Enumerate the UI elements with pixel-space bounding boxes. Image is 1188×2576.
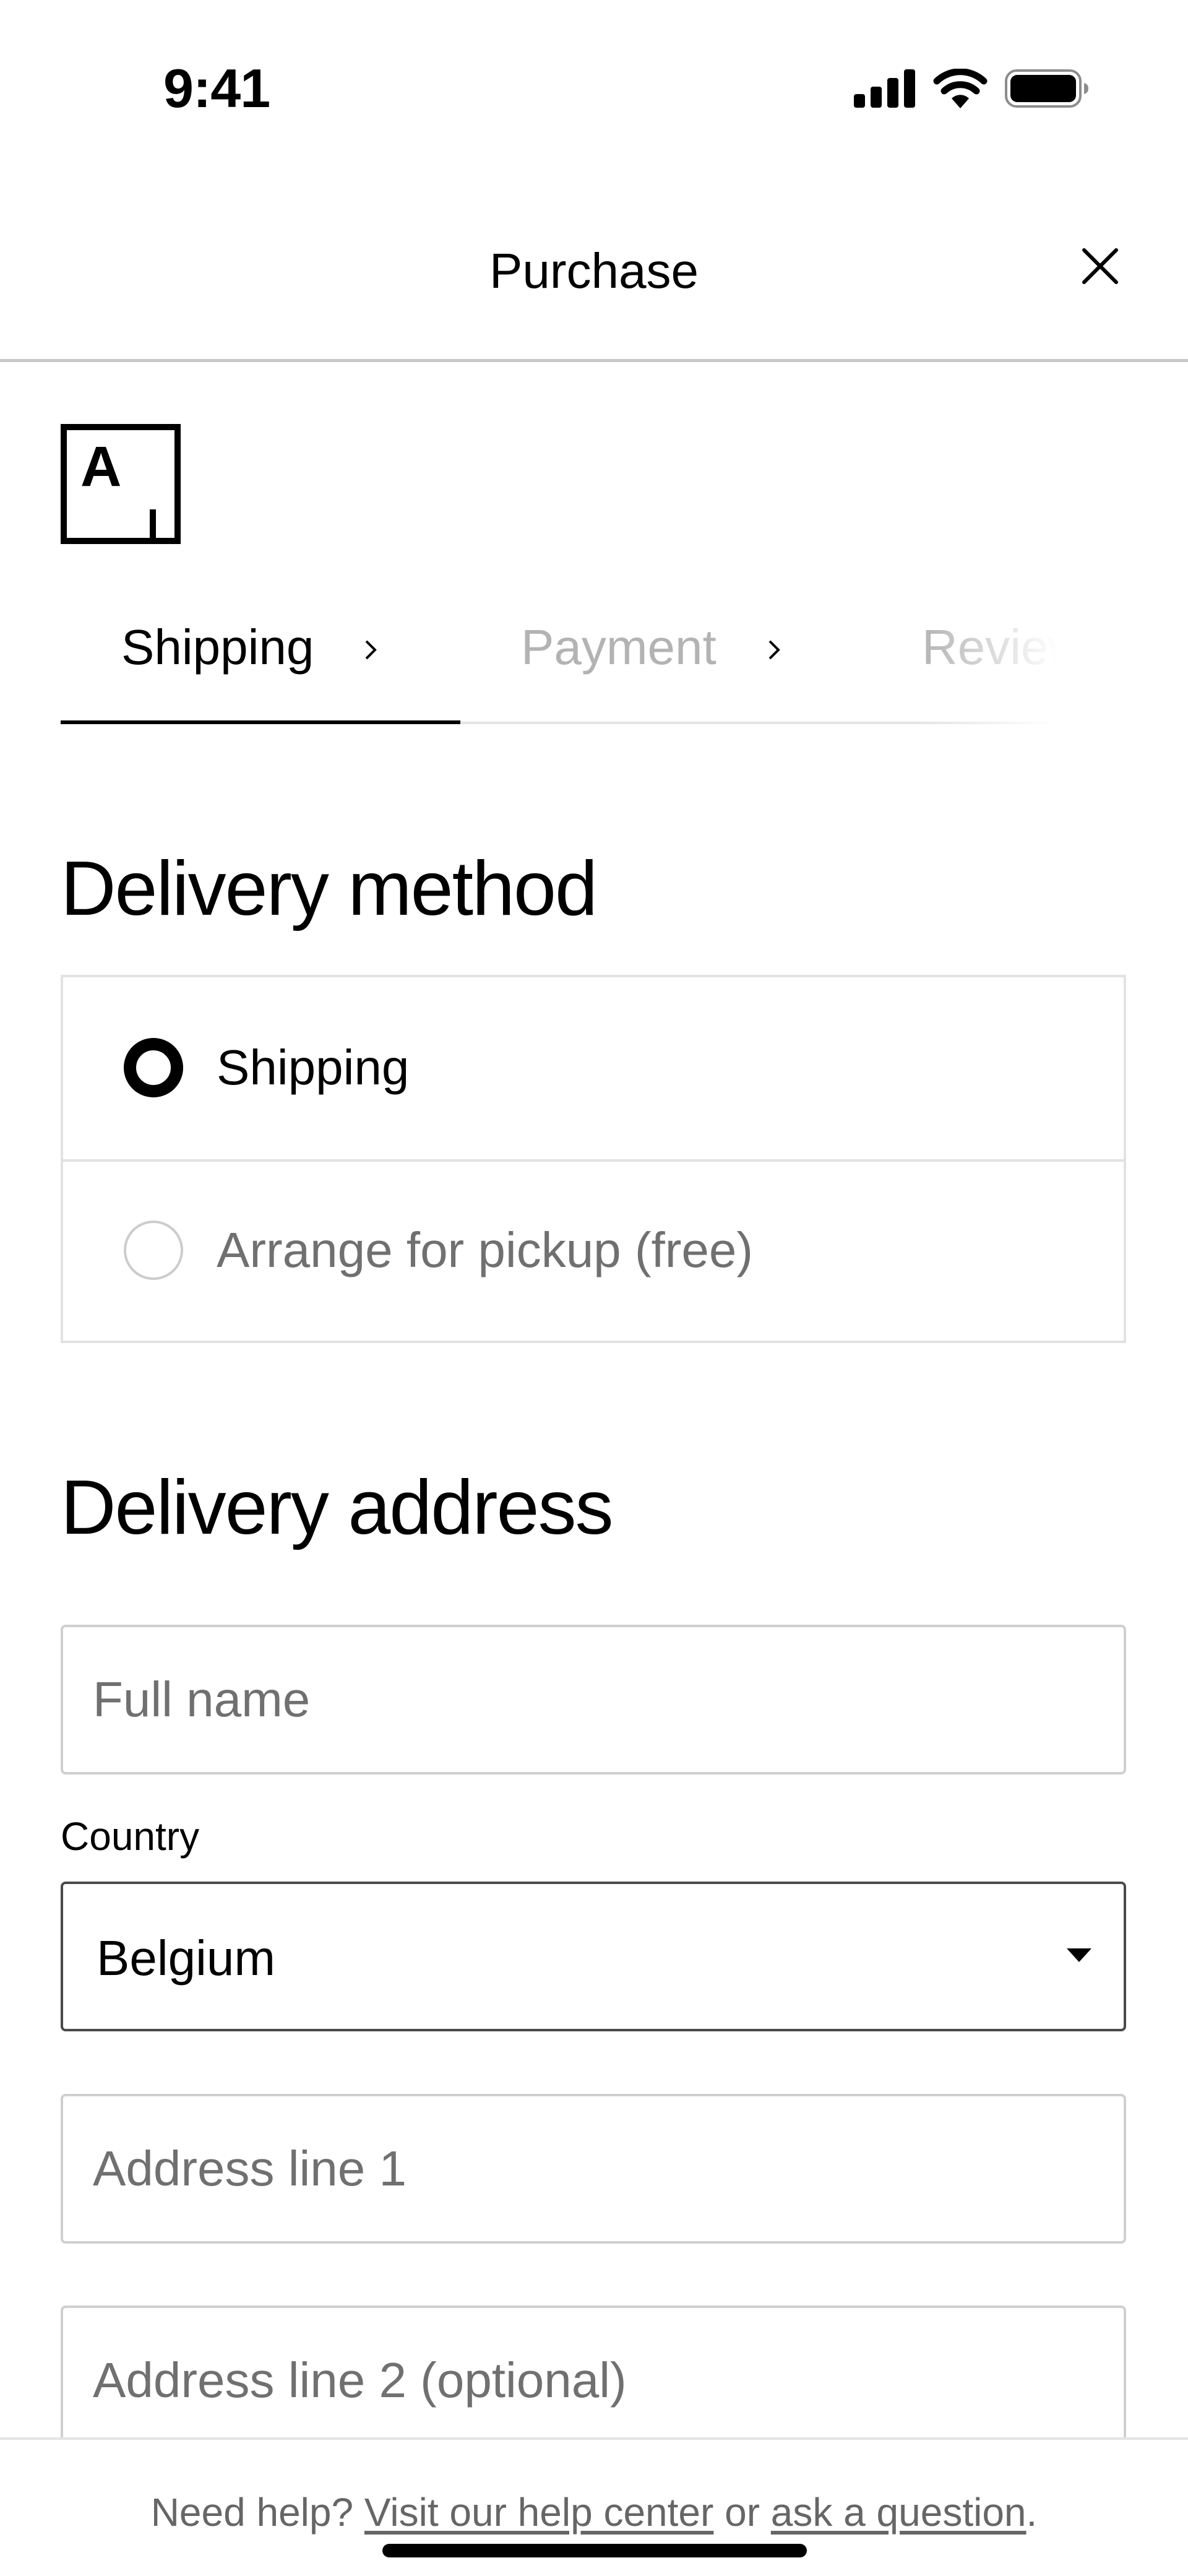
chevron-right-icon — [365, 640, 377, 660]
steps-active-indicator — [61, 720, 460, 724]
help-text: Need help? Visit our help center or ask … — [0, 2489, 1188, 2535]
close-icon — [1082, 248, 1118, 284]
logo-letter: A — [80, 435, 121, 498]
header: Purchase — [0, 204, 1188, 359]
help-prefix: Need help? — [150, 2490, 354, 2535]
status-time: 9:41 — [163, 58, 270, 119]
delivery-address-heading: Delivery address — [61, 1465, 613, 1550]
battery-icon — [1005, 69, 1088, 108]
checkout-steps: Shipping Payment Review — [61, 594, 1082, 724]
status-icons — [854, 67, 1089, 110]
method-option-shipping[interactable]: Shipping — [63, 977, 1124, 1159]
delivery-method-heading: Delivery method — [61, 846, 598, 931]
full-name-input[interactable] — [61, 1625, 1126, 1774]
radio-selected-icon[interactable] — [124, 1038, 183, 1097]
brand-logo: A — [61, 424, 181, 544]
close-button[interactable] — [1070, 236, 1130, 296]
method-label-pickup: Arrange for pickup (free) — [217, 1222, 754, 1277]
delivery-method-options: Shipping Arrange for pickup (free) — [61, 975, 1126, 1343]
help-middle: or — [725, 2490, 760, 2535]
address-line-2-input[interactable] — [61, 2306, 1126, 2455]
radio-unselected-icon[interactable] — [124, 1221, 183, 1280]
caret-down-icon — [1067, 1948, 1091, 1962]
step-payment[interactable]: Payment — [521, 619, 717, 676]
country-label: Country — [61, 1814, 200, 1859]
country-value: Belgium — [97, 1930, 276, 1986]
chevron-right-icon — [768, 640, 780, 660]
method-label-shipping: Shipping — [217, 1040, 410, 1095]
step-review[interactable]: Review — [922, 619, 1082, 676]
page-title: Purchase — [489, 243, 699, 298]
header-divider — [0, 359, 1188, 362]
help-suffix: . — [1026, 2490, 1038, 2535]
address-line-1-input[interactable] — [61, 2094, 1126, 2244]
wifi-icon — [933, 69, 988, 108]
purchase-screen: 9:41 Purchase A Shipping Payment Review … — [0, 0, 1188, 2576]
country-select[interactable]: Belgium — [61, 1882, 1126, 2031]
step-shipping[interactable]: Shipping — [121, 619, 314, 676]
help-center-link[interactable]: Visit our help center — [364, 2490, 713, 2535]
cellular-signal-icon — [854, 69, 915, 108]
home-indicator — [382, 2544, 807, 2557]
method-option-pickup[interactable]: Arrange for pickup (free) — [63, 1159, 1124, 1344]
ask-question-link[interactable]: ask a question — [771, 2490, 1027, 2535]
